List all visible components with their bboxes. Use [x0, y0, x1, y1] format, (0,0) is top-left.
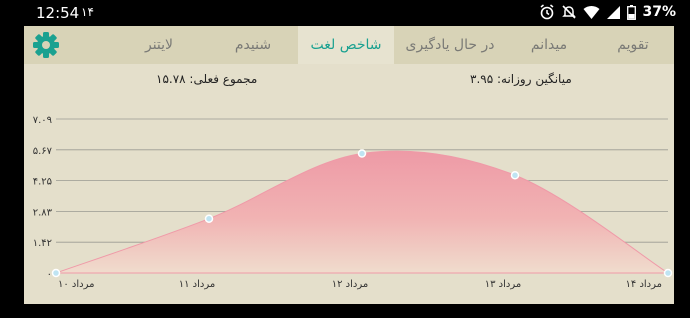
y-tick-label: ۷.۰۹	[33, 115, 52, 126]
y-tick-label: ۰	[47, 269, 52, 280]
y-tick-label: ۲.۸۳	[33, 207, 53, 218]
data-point	[663, 268, 673, 278]
x-tick-label: ۱۱ مرداد	[179, 279, 215, 290]
app-window: لایتنر شنیدم شاخص لغت در حال یادگیری مید…	[24, 26, 674, 304]
status-icons: 37%	[539, 4, 676, 20]
tab-learning[interactable]: در حال یادگیری	[394, 26, 506, 64]
signal-icon	[607, 5, 621, 19]
vocab-chart: ۰ ۱.۴۲ ۲.۸۳ ۴.۲۵ ۵.۶۷ ۷.۰۹ ۱۰ مرداد ۱۱ مرداد ۱۲…	[33, 115, 673, 290]
x-axis-labels: ۱۰ مرداد ۱۱ مرداد ۱۲ مرداد ۱۳ مرداد ۱۴ مرداد	[58, 279, 662, 290]
x-tick-label: ۱۳ مرداد	[485, 279, 521, 290]
tab-leitner[interactable]: لایتنر	[110, 26, 208, 64]
gear-icon[interactable]	[32, 31, 60, 59]
mute-icon	[562, 5, 577, 19]
wifi-icon	[583, 5, 600, 19]
data-point	[204, 214, 214, 223]
daily-average: میانگین روزانه: ۳.۹۵	[470, 72, 572, 86]
tab-word-index[interactable]: شاخص لغت	[298, 26, 394, 64]
chart-area	[55, 150, 670, 274]
tab-known[interactable]: میدانم	[506, 26, 592, 64]
y-axis-ticks: ۰ ۱.۴۲ ۲.۸۳ ۴.۲۵ ۵.۶۷ ۷.۰۹	[33, 115, 53, 280]
tab-calendar[interactable]: تقویم	[592, 26, 674, 64]
x-tick-label: ۱۴ مرداد	[626, 279, 662, 290]
data-point	[51, 268, 61, 278]
x-tick-label: ۱۰ مرداد	[58, 279, 94, 290]
current-total: مجموع فعلی: ۱۵.۷۸	[156, 72, 258, 86]
x-tick-label: ۱۲ مرداد	[332, 279, 368, 290]
notification-text: ۱۴	[81, 5, 94, 19]
data-point	[357, 149, 367, 158]
y-tick-label: ۱.۴۲	[33, 238, 52, 249]
battery-percent: 37%	[642, 4, 676, 20]
tab-heard[interactable]: شنیدم	[208, 26, 298, 64]
y-tick-label: ۴.۲۵	[33, 177, 52, 188]
battery-icon	[627, 4, 637, 20]
y-tick-label: ۵.۶۷	[33, 146, 53, 157]
navigation-bar	[0, 304, 690, 318]
data-point	[510, 171, 520, 180]
tab-bar: لایتنر شنیدم شاخص لغت در حال یادگیری مید…	[24, 26, 674, 64]
status-bar: 12:54 ۱۴ 37%	[0, 0, 690, 26]
alarm-icon	[541, 4, 554, 20]
status-time: 12:54	[36, 4, 80, 22]
